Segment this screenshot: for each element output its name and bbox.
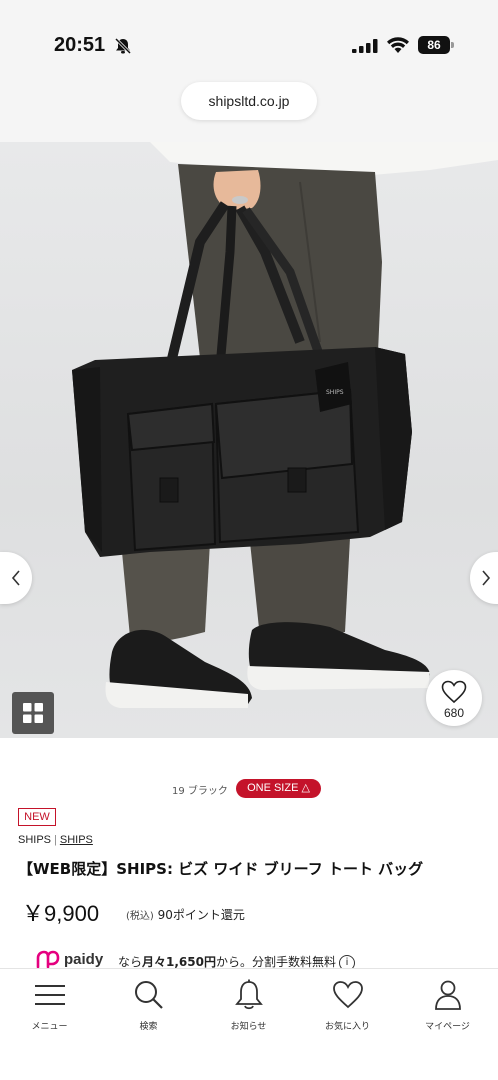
nav-search-label: 検索 [139,1022,158,1032]
product-title: 【WEB限定】SHIPS: ビズ ワイド ブリーフ トート バッグ [18,860,424,878]
svg-text:SHIPS: SHIPS [326,389,344,396]
paidy-prefix: なら [118,955,143,969]
nav-mypage-label: マイページ [425,1022,470,1032]
grid-icon [23,703,43,723]
url-bar[interactable]: shipsltd.co.jp [181,82,317,120]
brand-row: SHIPS | SHIPS [18,834,93,846]
chevron-left-icon [11,570,20,586]
brand-link[interactable]: SHIPS [60,834,93,846]
paidy-suffix: から。分割手数料無料 [215,955,336,969]
battery-icon: 86 [418,36,454,54]
nav-search[interactable]: 検索 [99,969,198,1039]
favorite-count: 680 [443,706,465,720]
nav-favorites-label: お気に入り [324,1022,370,1032]
tax-note: (税込) [126,911,154,922]
price-note: (税込) 90ポイント還元 [126,906,245,923]
search-icon [135,981,163,1009]
brand-name: SHIPS [18,834,52,846]
signal-icon [352,39,378,53]
nav-favorites[interactable]: お気に入り [298,969,397,1039]
nav-mypage[interactable]: マイページ [398,969,497,1039]
product-photo: SHIPS [72,142,498,708]
size-badge[interactable]: ONE SIZE △ [236,779,321,798]
browser-address-area: shipsltd.co.jp [0,70,498,142]
color-size-row: 19 ブラック ONE SIZE △ [0,779,498,801]
new-badge: NEW [18,808,56,826]
product-price: ￥9,900 [22,901,100,926]
battery-level: 86 [418,36,450,54]
nav-notifications-label: お知らせ [230,1022,267,1032]
menu-icon [35,985,65,1005]
product-image-carousel[interactable]: SHIPS [0,142,498,738]
nav-notifications[interactable]: お知らせ [199,969,298,1039]
bottom-nav: メニュー 検索 お知らせ お気に入り マイページ [0,968,498,1080]
color-label: 19 ブラック [172,786,228,797]
status-bar: 20:51 86 [0,0,498,70]
chevron-right-icon [482,570,491,586]
battery-tip [451,42,454,48]
image-grid-button[interactable] [12,692,54,734]
paidy-logo-icon [36,950,60,969]
nav-menu[interactable]: メニュー [0,969,99,1039]
bell-icon [235,979,263,1010]
heart-icon [441,680,467,704]
wifi-icon [387,37,409,53]
paidy-amount: 月々1,650円 [142,955,216,969]
status-time: 20:51 [54,34,106,56]
heart-icon [333,981,363,1009]
nav-menu-label: メニュー [31,1022,68,1032]
bell-slash-icon [114,38,132,54]
user-icon [435,980,461,1010]
brand-separator: | [54,834,57,846]
points-note: 90ポイント還元 [157,908,245,922]
favorite-button[interactable]: 680 [426,670,482,726]
paidy-logo-text: paidy [64,951,104,968]
